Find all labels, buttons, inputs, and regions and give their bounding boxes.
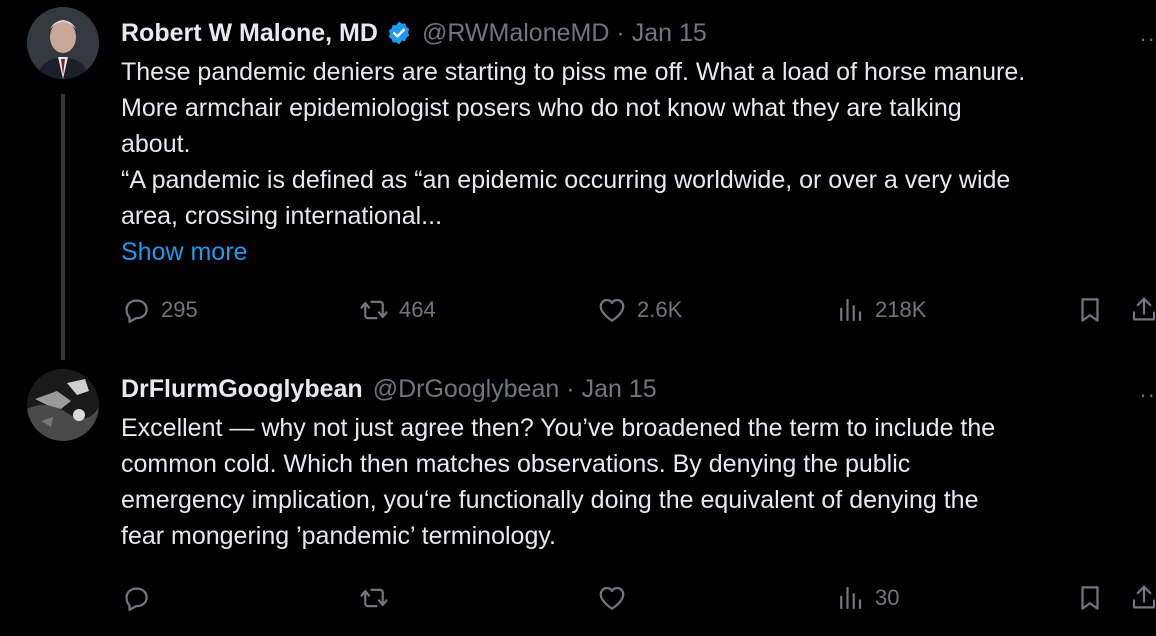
tweet-text-line: These pandemic deniers are starting to p…: [121, 58, 1026, 86]
repost-icon: [360, 300, 388, 320]
display-name[interactable]: Robert W Malone, MD: [121, 19, 378, 48]
avatar[interactable]: [27, 7, 99, 79]
like-count: 2.6K: [637, 297, 683, 322]
display-name[interactable]: DrFlurmGooglybean: [121, 375, 363, 404]
share-icon: [1132, 585, 1156, 609]
handle[interactable]: @DrGooglybean: [373, 375, 560, 404]
reply-count: 295: [161, 297, 198, 322]
repost-button[interactable]: [359, 578, 399, 618]
bookmark-icon: [1081, 586, 1099, 610]
reply-button[interactable]: [121, 578, 161, 618]
tweet-text-line: Excellent — why not just agree then? You…: [121, 414, 996, 442]
tweet[interactable]: Robert W Malone, MD @RWMaloneMD · Jan 15…: [0, 0, 1156, 360]
views-icon: [840, 586, 862, 610]
views-count: 218K: [875, 297, 927, 322]
repost-count: 464: [399, 297, 436, 322]
bookmark-icon: [1081, 298, 1099, 322]
reply-button[interactable]: 295: [121, 290, 198, 330]
bookmark-button[interactable]: [1075, 290, 1105, 330]
tweet-text-line: emergency implication, you‘re functional…: [121, 486, 979, 514]
like-button[interactable]: 2.6K: [597, 290, 682, 330]
repost-button[interactable]: 464: [359, 290, 436, 330]
more-options-icon[interactable]: ··: [1139, 26, 1156, 52]
views-button[interactable]: 30: [835, 578, 899, 618]
reply-icon: [125, 299, 148, 323]
tweet-text-line: area, crossing international...: [121, 202, 443, 230]
separator: ·: [566, 374, 575, 403]
tweet-text-line: More armchair epidemiologist posers who …: [121, 94, 962, 122]
heart-icon: [599, 586, 625, 610]
separator: ·: [616, 18, 625, 47]
tweet-text-line: “A pandemic is defined as “an epidemic o…: [121, 166, 1011, 194]
tweet-text-line: fear mongering ’pandemic’ terminology.: [121, 522, 556, 550]
tweet-text: Excellent — why not just agree then? You…: [121, 410, 1156, 554]
tweet-actions: 295 464 2.6K 218K: [121, 290, 1156, 330]
bookmark-button[interactable]: [1075, 578, 1105, 618]
verified-badge-icon: [386, 20, 412, 46]
reply-icon: [125, 587, 148, 611]
handle[interactable]: @RWMaloneMD: [422, 19, 609, 48]
timestamp[interactable]: Jan 15: [582, 375, 657, 404]
tweet[interactable]: DrFlurmGooglybean @DrGooglybean · Jan 15…: [0, 360, 1156, 636]
tweet-actions: 30: [121, 578, 1156, 618]
heart-icon: [599, 298, 625, 322]
share-button[interactable]: [1129, 578, 1156, 618]
avatar[interactable]: [27, 369, 99, 441]
tweet-text-line: about.: [121, 130, 191, 158]
share-button[interactable]: [1129, 290, 1156, 330]
more-options-icon[interactable]: ··: [1139, 382, 1156, 408]
tweet-header: DrFlurmGooglybean @DrGooglybean · Jan 15: [121, 372, 657, 406]
timestamp[interactable]: Jan 15: [632, 19, 707, 48]
show-more-link[interactable]: Show more: [121, 234, 1156, 270]
views-button[interactable]: 218K: [835, 290, 926, 330]
tweet-text: These pandemic deniers are starting to p…: [121, 54, 1156, 270]
like-button[interactable]: [597, 578, 637, 618]
tweet-header: Robert W Malone, MD @RWMaloneMD · Jan 15: [121, 16, 707, 50]
repost-icon: [360, 588, 388, 608]
views-icon: [840, 298, 862, 322]
views-count: 30: [875, 585, 900, 610]
thread-line: [61, 94, 65, 360]
tweet-text-line: common cold. Which then matches observat…: [121, 450, 911, 478]
share-icon: [1132, 297, 1156, 321]
